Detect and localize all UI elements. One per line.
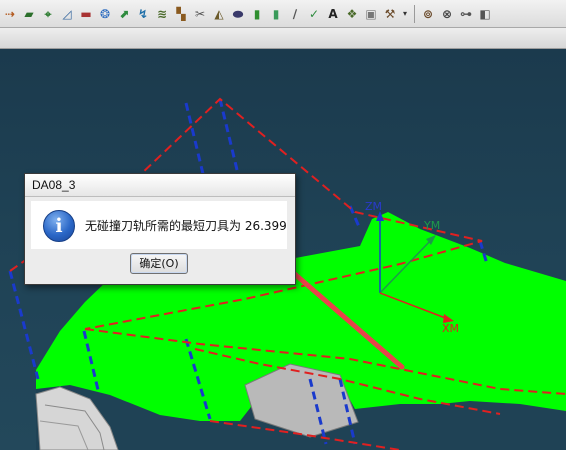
flag-red-icon[interactable]: ▬ [78,6,94,22]
axis-label-zm: ZM [365,200,382,213]
toolbar-separator [414,4,415,23]
check-icon[interactable]: ✓ [306,6,322,22]
dialog-message: 无碰撞刀轨所需的最短刀具为 26.399 [85,219,287,233]
dialog-title: DA08_3 [25,174,295,197]
flag-icon[interactable]: ▰ [21,6,37,22]
text-icon[interactable]: A [325,6,341,22]
cube-icon[interactable]: ◧ [477,6,493,22]
dotted-arrow-icon[interactable]: ⇢ [2,6,18,22]
transform-icon[interactable]: ⌖ [40,6,56,22]
info-dialog: DA08_3 i 无碰撞刀轨所需的最短刀具为 26.399 确定(O) [24,173,296,285]
axis-label-ym: YM [423,219,440,232]
ok-button[interactable]: 确定(O) [130,253,188,274]
connector-icon[interactable]: ⊶ [458,6,474,22]
slash-icon[interactable]: ∕ [287,6,303,22]
layers-icon[interactable]: ≋ [154,6,170,22]
bar-green-icon[interactable]: ▮ [249,6,265,22]
secondary-toolbar-strip [0,28,566,49]
path-icon[interactable]: ⬈ [116,6,132,22]
bar-green2-icon[interactable]: ▮ [268,6,284,22]
dialog-body: i 无碰撞刀轨所需的最短刀具为 26.399 [31,201,287,249]
axis-label-xm: XM [442,322,459,335]
image-icon[interactable]: ▣ [363,6,379,22]
info-icon: i [43,210,75,242]
probe-icon[interactable]: ⊗ [439,6,455,22]
wand-icon[interactable]: ⚒ [382,6,398,22]
main-toolbar: ⇢ ▰ ⌖ ◿ ▬ ❂ ⬈ ↯ ≋ ▚ ✂ ◭ ⬬ ▮ ▮ ∕ ✓ A ❖ ▣ ⚒ ▾ ⊚ ⊗ ⊶ ◧ [0,0,566,28]
cut-icon[interactable]: ✂ [192,6,208,22]
toolbar-dropdown-icon[interactable]: ▾ [401,9,409,18]
sketch-icon[interactable]: ◿ [59,6,75,22]
pill-icon[interactable]: ⬬ [230,6,246,22]
comment-icon[interactable]: ❖ [344,6,360,22]
shade-icon[interactable]: ◭ [211,6,227,22]
tool-holder-icon[interactable]: ⊚ [420,6,436,22]
curve-icon[interactable]: ↯ [135,6,151,22]
steps-icon[interactable]: ▚ [173,6,189,22]
mill-icon[interactable]: ❂ [97,6,113,22]
